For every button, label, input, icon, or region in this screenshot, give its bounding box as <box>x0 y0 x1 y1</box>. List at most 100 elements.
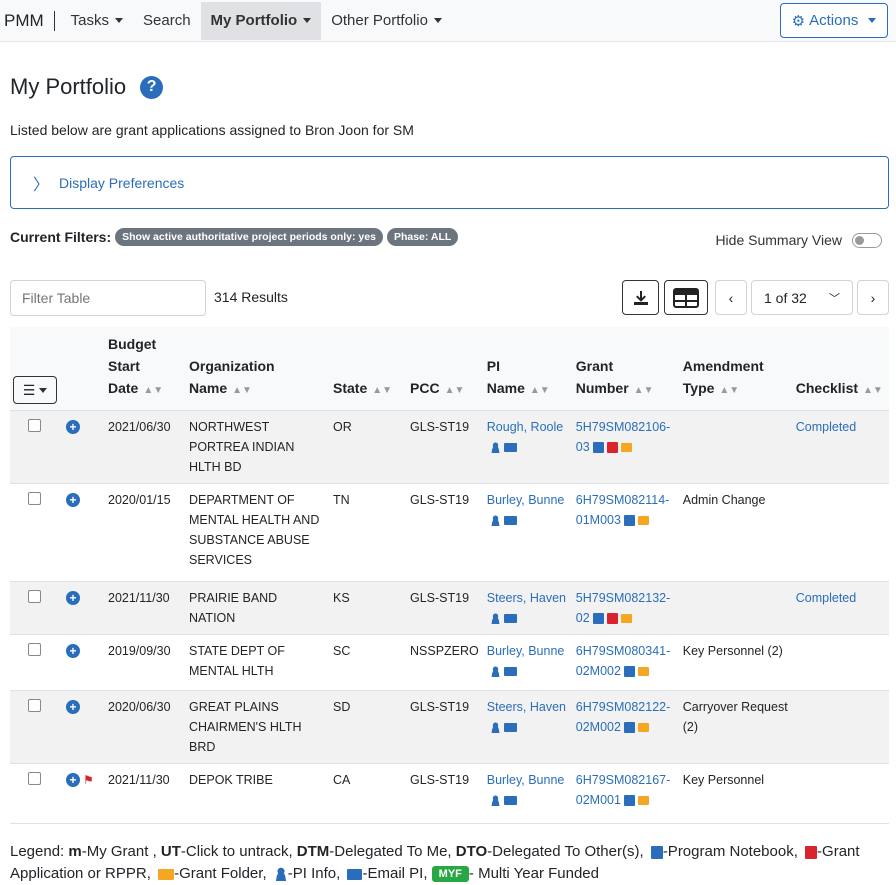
col-state[interactable]: State ▲▼ <box>329 327 406 411</box>
download-button[interactable] <box>622 280 659 315</box>
portfolio-table: ☰ Budget Start Date ▲▼ Organization Name ▲▼ S… <box>10 327 889 824</box>
expand-row-icon[interactable]: + <box>66 773 80 787</box>
display-preferences-toggle[interactable]: 〉 Display Preferences <box>10 156 889 209</box>
cell-state: KS <box>329 581 406 635</box>
filter-badge-phase: Phase: ALL <box>386 228 459 246</box>
hide-summary-toggle[interactable] <box>852 232 882 248</box>
notebook-icon[interactable] <box>623 515 635 527</box>
brand[interactable]: PMM <box>0 10 55 31</box>
chevron-down-icon <box>115 18 124 23</box>
row-checkbox[interactable] <box>28 643 41 656</box>
pi-name-link[interactable]: Steers, Haven <box>487 700 566 714</box>
filter-table-input[interactable] <box>10 280 206 316</box>
envelope-icon[interactable] <box>503 516 517 526</box>
col-checklist[interactable]: Checklist ▲▼ <box>791 327 889 411</box>
grant-number-link[interactable]: 6H79SM082114-01M003 <box>576 493 670 527</box>
envelope-icon <box>347 868 363 880</box>
page-title-text: My Portfolio <box>10 74 127 99</box>
pi-name-link[interactable]: Burley, Bunne <box>487 493 565 507</box>
envelope-icon[interactable] <box>503 796 517 806</box>
pi-name-link[interactable]: Burley, Bunne <box>487 644 565 658</box>
col-label: PI <box>486 358 500 374</box>
folder-icon[interactable] <box>637 796 649 806</box>
row-checkbox[interactable] <box>28 419 41 432</box>
cell-amendment-type <box>678 581 792 635</box>
notebook-icon[interactable] <box>623 795 635 807</box>
user-icon[interactable] <box>489 613 501 625</box>
notebook-icon[interactable] <box>623 722 635 734</box>
legend-notebook-text: -Program Notebook, <box>662 843 803 860</box>
download-icon <box>633 290 648 305</box>
cell-budget-date: 2020/01/15 <box>104 483 185 582</box>
notebook-icon[interactable] <box>592 613 604 625</box>
sort-icon: ▲▼ <box>633 385 654 396</box>
chevron-right-icon: › <box>870 289 876 306</box>
pdf-icon[interactable] <box>606 442 618 454</box>
help-icon[interactable]: ? <box>140 75 164 99</box>
legend-m-text: -My Grant , <box>81 843 161 860</box>
nav-search[interactable]: Search <box>133 1 201 41</box>
expand-row-icon[interactable]: + <box>66 493 80 507</box>
folder-icon[interactable] <box>620 443 632 453</box>
col-amendment-type[interactable]: Amendment Type ▲▼ <box>678 327 792 411</box>
cell-pcc: GLS-ST19 <box>406 581 483 635</box>
pi-name-link[interactable]: Burley, Bunne <box>487 773 565 787</box>
folder-icon[interactable] <box>637 723 649 733</box>
expand-row-icon[interactable]: + <box>66 591 80 605</box>
nav-other-portfolio[interactable]: Other Portfolio <box>321 1 452 41</box>
col-organization-name[interactable]: Organization Name ▲▼ <box>185 327 329 411</box>
row-checkbox[interactable] <box>28 772 41 785</box>
checklist-link[interactable]: Completed <box>796 591 856 605</box>
pdf-icon[interactable] <box>606 613 618 625</box>
cell-organization: DEPOK TRIBE <box>185 763 329 824</box>
checklist-link[interactable]: Completed <box>796 420 856 434</box>
sort-icon: ▲▼ <box>863 385 883 396</box>
user-icon[interactable] <box>489 442 501 454</box>
gear-icon: ⚙ <box>791 12 806 30</box>
col-pcc[interactable]: PCC ▲▼ <box>406 327 483 411</box>
folder-icon[interactable] <box>620 614 632 624</box>
user-icon[interactable] <box>489 795 501 807</box>
row-checkbox[interactable] <box>28 699 41 712</box>
row-checkbox[interactable] <box>28 492 41 505</box>
col-grant-number[interactable]: Grant Number ▲▼ <box>571 327 679 411</box>
legend-folder-text: -Grant Folder, <box>174 865 271 882</box>
nav-tasks[interactable]: Tasks <box>61 1 133 41</box>
notebook-icon[interactable] <box>623 666 635 678</box>
sort-icon: ▲▼ <box>444 385 465 396</box>
page-subtitle: Listed below are grant applications assi… <box>10 122 414 138</box>
user-icon[interactable] <box>489 722 501 734</box>
cell-organization: PRAIRIE BAND NATION <box>185 581 329 635</box>
page-select-value: 1 of 32 <box>764 289 807 306</box>
pi-name-link[interactable]: Steers, Haven <box>487 591 566 605</box>
expand-row-icon[interactable]: + <box>66 700 80 714</box>
actions-button[interactable]: ⚙ Actions <box>780 3 888 38</box>
row-checkbox[interactable] <box>28 590 41 603</box>
user-icon[interactable] <box>489 515 501 527</box>
table-row: +2020/06/30 GREAT PLAINS CHAIRMEN'S HLTH … <box>10 690 889 764</box>
cell-pcc: GLS-ST19 <box>406 690 483 764</box>
envelope-icon[interactable] <box>503 667 517 677</box>
pi-name-link[interactable]: Rough, Roole <box>487 420 563 434</box>
col-pi-name[interactable]: PI Name ▲▼ <box>482 327 572 411</box>
prev-page-button[interactable]: ‹ <box>715 280 747 315</box>
expand-row-icon[interactable]: + <box>66 420 80 434</box>
cell-pcc: GLS-ST19 <box>406 410 483 484</box>
folder-icon[interactable] <box>637 667 649 677</box>
col-budget-start-date[interactable]: Budget Start Date ▲▼ <box>104 327 185 411</box>
notebook-icon[interactable] <box>592 442 604 454</box>
folder-icon[interactable] <box>637 516 649 526</box>
cell-budget-date: 2021/06/30 <box>104 410 185 484</box>
next-page-button[interactable]: › <box>857 280 889 315</box>
flag-icon: ⚑ <box>83 773 94 787</box>
nav-my-portfolio[interactable]: My Portfolio <box>200 1 322 40</box>
envelope-icon[interactable] <box>503 443 517 453</box>
envelope-icon[interactable] <box>503 723 517 733</box>
expand-row-icon[interactable]: + <box>66 644 80 658</box>
table-view-button[interactable] <box>664 280 708 315</box>
user-icon[interactable] <box>489 666 501 678</box>
chevron-down-icon <box>433 18 442 23</box>
envelope-icon[interactable] <box>503 614 517 624</box>
column-menu-button[interactable]: ☰ <box>13 376 57 404</box>
page-select[interactable]: 1 of 32 ﹀ <box>751 280 853 315</box>
